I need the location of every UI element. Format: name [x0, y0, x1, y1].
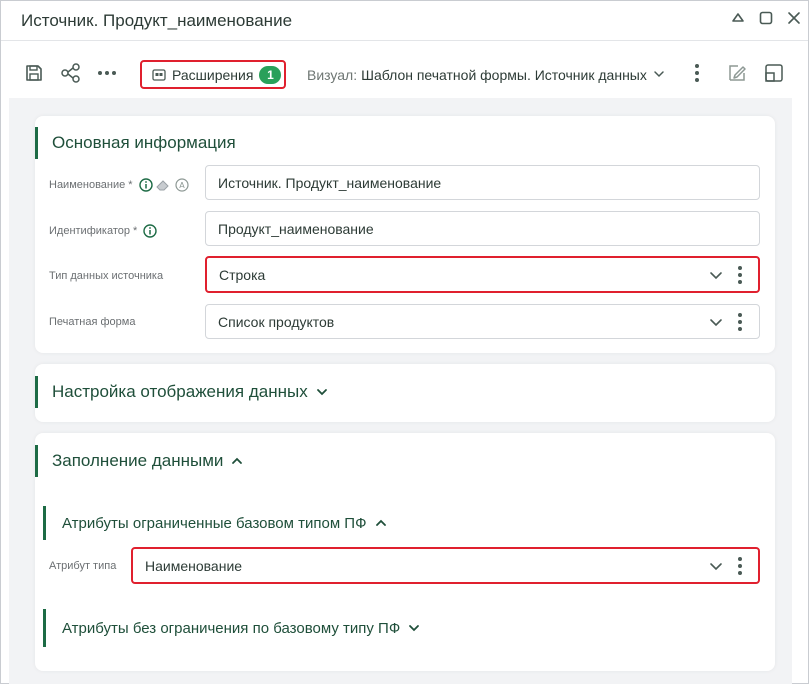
- id-label: Идентификатор *: [49, 224, 158, 238]
- name-field[interactable]: Источник. Продукт_наименование: [205, 165, 760, 200]
- save-icon[interactable]: [21, 60, 47, 86]
- attr-type-value: Наименование: [145, 557, 243, 574]
- section-fill-heading[interactable]: Заполнение данными: [35, 445, 243, 477]
- id-field[interactable]: Продукт_наименование: [205, 211, 760, 246]
- svg-text:A: A: [179, 181, 185, 190]
- chevron-down-icon[interactable]: [316, 386, 328, 398]
- visual-selector[interactable]: Визуал: Шаблон печатной формы. Источник …: [307, 67, 665, 83]
- attr-type-label: Атрибут типа: [49, 560, 117, 572]
- more-vertical-icon[interactable]: [737, 265, 743, 285]
- type-select-value: Строка: [219, 266, 266, 283]
- name-label-text: Наименование *: [49, 179, 133, 191]
- type-select[interactable]: Строка: [205, 256, 760, 293]
- window-title: Источник. Продукт_наименование: [21, 11, 293, 30]
- name-label: Наименование * A: [49, 178, 189, 192]
- subsection-unlimited-title: Атрибуты без ограничения по базовому тип…: [62, 619, 401, 637]
- layout-icon[interactable]: [761, 60, 787, 86]
- section-display-settings-title: Настройка отображения данных: [52, 382, 308, 401]
- hierarchy-icon[interactable]: [58, 60, 84, 86]
- section-display-settings-heading[interactable]: Настройка отображения данных: [35, 376, 328, 408]
- print-form-select[interactable]: Список продуктов: [205, 304, 760, 339]
- edit-icon[interactable]: [724, 60, 750, 86]
- id-label-text: Идентификатор *: [49, 225, 138, 237]
- chevron-down-icon: [653, 67, 665, 83]
- chevron-up-icon[interactable]: [231, 455, 243, 467]
- extensions-count-badge: 1: [259, 65, 282, 84]
- visual-label: Визуал:: [307, 67, 358, 83]
- section-fill-title: Заполнение данными: [52, 451, 224, 470]
- toolbar: Расширения 1 Визуал: Шаблон печатной фор…: [1, 42, 808, 98]
- more-vertical-icon[interactable]: [737, 556, 743, 576]
- chevron-down-icon[interactable]: [709, 315, 723, 329]
- maximize-icon[interactable]: [755, 7, 777, 29]
- card-fill-data: Заполнение данными Атрибуты ограниченные…: [35, 433, 775, 671]
- title-bar: Источник. Продукт_наименование: [1, 1, 808, 41]
- info-icon[interactable]: [138, 178, 153, 192]
- attr-type-select[interactable]: Наименование: [131, 547, 760, 584]
- eraser-icon[interactable]: [155, 178, 171, 192]
- print-form-value: Список продуктов: [218, 313, 335, 330]
- visual-value: Шаблон печатной формы. Источник данных: [361, 67, 647, 83]
- type-label: Тип данных источника: [49, 270, 164, 282]
- subsection-limited-title: Атрибуты ограниченные базовом типом ПФ: [62, 514, 367, 532]
- more-vertical-icon[interactable]: [737, 312, 743, 332]
- section-main-info-heading: Основная информация: [35, 127, 236, 159]
- chevron-up-icon[interactable]: [375, 517, 387, 529]
- more-vertical-icon[interactable]: [684, 60, 710, 86]
- close-icon[interactable]: [783, 7, 805, 29]
- extensions-label: Расширения: [172, 66, 254, 83]
- chevron-down-icon[interactable]: [709, 268, 723, 282]
- chevron-down-icon[interactable]: [408, 622, 420, 634]
- card-display-settings: Настройка отображения данных: [35, 364, 775, 422]
- info-icon[interactable]: [143, 224, 158, 238]
- chevron-down-icon[interactable]: [709, 559, 723, 573]
- more-horizontal-icon[interactable]: [94, 60, 120, 86]
- minimize-icon[interactable]: [727, 7, 749, 29]
- print-form-label: Печатная форма: [49, 316, 136, 328]
- subsection-limited-heading[interactable]: Атрибуты ограниченные базовом типом ПФ: [43, 506, 387, 540]
- auto-icon[interactable]: A: [174, 178, 189, 192]
- card-main-info: Основная информация Наименование * A Ист…: [35, 116, 775, 353]
- extensions-icon: [152, 68, 166, 82]
- subsection-unlimited-heading[interactable]: Атрибуты без ограничения по базовому тип…: [43, 609, 420, 647]
- dialog-window: Источник. Продукт_наименование Расширени…: [0, 0, 809, 684]
- extensions-button[interactable]: Расширения 1: [140, 60, 286, 89]
